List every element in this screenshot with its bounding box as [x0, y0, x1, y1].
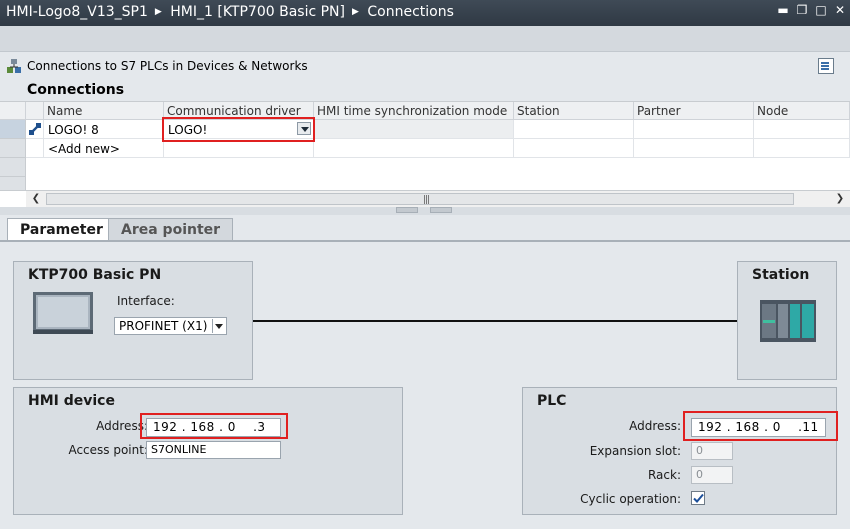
scroll-right-icon[interactable]: ❯	[832, 192, 848, 206]
minimize-icon[interactable]: ▬	[777, 3, 789, 17]
hmi-device-title: HMI device	[28, 393, 115, 409]
expansion-slot-input: 0	[691, 442, 733, 460]
panel-options-icon[interactable]	[818, 58, 834, 74]
tab-parameter[interactable]: Parameter	[7, 218, 116, 241]
plc-title: PLC	[537, 393, 567, 409]
access-point-label: Access point:	[68, 443, 148, 457]
cell-driver-value: LOGO!	[168, 123, 208, 137]
grip-icon: |||	[423, 195, 430, 205]
hmi-address-label: Address:	[96, 419, 148, 433]
interface-select[interactable]: PROFINET (X1)	[114, 317, 227, 335]
breadcrumb-separator-icon: ▶	[352, 7, 359, 17]
checkmark-icon	[693, 493, 704, 503]
properties-tabs: Parameter Area pointer	[0, 215, 850, 241]
plc-address-label: Address:	[629, 419, 681, 433]
row-header[interactable]	[0, 139, 26, 158]
cell-node[interactable]	[754, 120, 850, 139]
chevron-down-icon[interactable]	[297, 122, 311, 135]
hmi-device-settings: HMI device Address: 192 . 168 . 0 .3 Acc…	[13, 387, 403, 515]
hmi-device-box: KTP700 Basic PN Interface: PROFINET (X1)	[13, 261, 253, 380]
icon-cell	[26, 139, 44, 158]
station-title: Station	[752, 267, 810, 283]
network-devices-icon	[7, 59, 21, 73]
panel-splitter[interactable]	[0, 207, 850, 215]
breadcrumb: HMI-Logo8_V13_SP1 ▶ HMI_1 [KTP700 Basic P…	[6, 4, 458, 20]
breadcrumb-project[interactable]: HMI-Logo8_V13_SP1	[6, 4, 148, 20]
row-header	[0, 158, 26, 177]
chevron-down-icon[interactable]	[212, 319, 225, 333]
table-row[interactable]	[26, 120, 44, 139]
toolbar	[0, 26, 850, 52]
plc-address-input[interactable]: 192 . 168 . 0 .11	[691, 418, 826, 437]
cell-name[interactable]: LOGO! 8	[44, 120, 164, 139]
cell-station[interactable]	[514, 139, 634, 158]
cell-driver[interactable]	[164, 139, 314, 158]
table-corner	[0, 102, 26, 120]
cell-partner[interactable]	[634, 120, 754, 139]
column-header-partner[interactable]: Partner	[634, 102, 754, 120]
hmi-address-input[interactable]: 192 . 168 . 0 .3	[146, 418, 281, 437]
column-header-name[interactable]: Name	[44, 102, 164, 120]
scroll-left-icon[interactable]: ❮	[28, 192, 44, 206]
connection-line	[253, 320, 738, 322]
splitter-up-icon[interactable]	[396, 207, 418, 213]
column-header-station[interactable]: Station	[514, 102, 634, 120]
column-header-driver[interactable]: Communication driver	[164, 102, 314, 120]
add-new-connection[interactable]: <Add new>	[44, 139, 164, 158]
cell-driver-select[interactable]: LOGO!	[164, 120, 314, 139]
breadcrumb-device[interactable]: HMI_1 [KTP700 Basic PN]	[170, 4, 345, 20]
cyclic-operation-checkbox[interactable]	[691, 491, 705, 505]
tab-area-pointer[interactable]: Area pointer	[108, 218, 234, 241]
horizontal-scrollbar[interactable]: ❮ ||| ❯	[26, 190, 850, 207]
plc-settings: PLC Address: 192 . 168 . 0 .11 Expansion…	[522, 387, 837, 515]
plc-station-icon	[760, 300, 816, 342]
breadcrumb-page: Connections	[367, 4, 454, 20]
connection-icon	[29, 123, 41, 135]
cell-sync[interactable]	[314, 139, 514, 158]
column-header-sync[interactable]: HMI time synchronization mode	[314, 102, 514, 120]
maximize-icon[interactable]: □	[815, 3, 827, 17]
device-title: KTP700 Basic PN	[28, 267, 162, 283]
row-header	[0, 177, 26, 191]
scrollbar-thumb[interactable]: |||	[46, 193, 794, 205]
expansion-slot-label: Expansion slot:	[589, 444, 681, 458]
cell-station[interactable]	[514, 120, 634, 139]
interface-value: PROFINET (X1)	[119, 319, 208, 333]
connections-heading: Connections	[27, 82, 125, 98]
close-icon[interactable]: ✕	[834, 3, 846, 17]
station-box: Station	[737, 261, 837, 380]
splitter-down-icon[interactable]	[430, 207, 452, 213]
hmi-panel-icon	[33, 292, 93, 334]
cell-sync[interactable]	[314, 120, 514, 139]
column-header-node[interactable]: Node	[754, 102, 850, 120]
restore-icon[interactable]: ❐	[796, 3, 808, 17]
connections-info-bar: Connections to S7 PLCs in Devices & Netw…	[0, 52, 850, 80]
rack-input: 0	[691, 466, 733, 484]
interface-label: Interface:	[117, 294, 175, 308]
row-header[interactable]	[0, 120, 26, 139]
cyclic-operation-label: Cyclic operation:	[580, 492, 681, 506]
title-bar: HMI-Logo8_V13_SP1 ▶ HMI_1 [KTP700 Basic P…	[0, 0, 850, 26]
breadcrumb-separator-icon: ▶	[154, 7, 162, 17]
rack-label: Rack:	[647, 468, 681, 482]
access-point-input[interactable]: S7ONLINE	[146, 441, 281, 459]
cell-partner[interactable]	[634, 139, 754, 158]
connections-info-text: Connections to S7 PLCs in Devices & Netw…	[27, 59, 308, 73]
cell-node[interactable]	[754, 139, 850, 158]
icon-column-header	[26, 102, 44, 120]
